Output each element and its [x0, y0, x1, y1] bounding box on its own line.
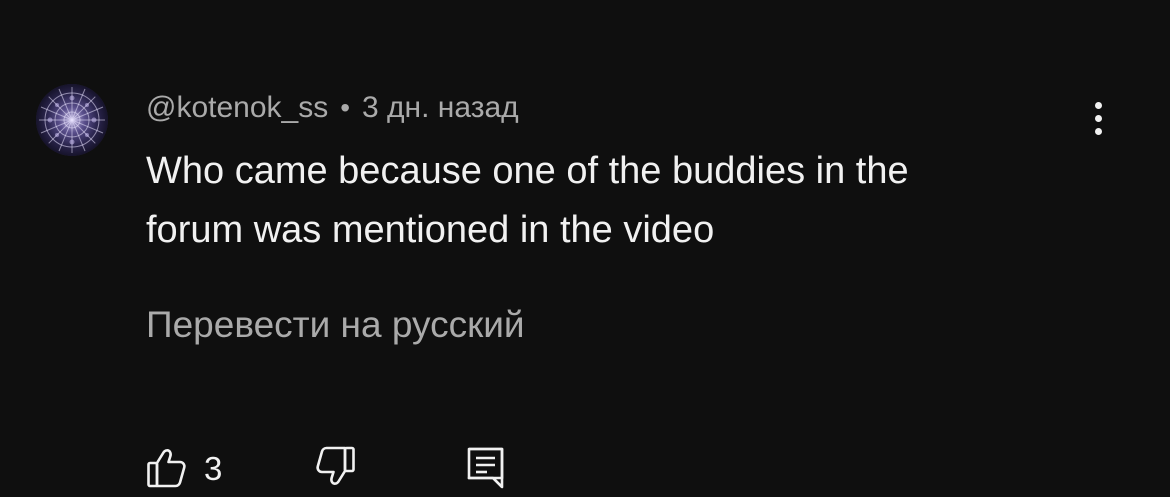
like-button[interactable]: 3	[146, 446, 222, 492]
comment-text-line: Who came because one of the buddies in t…	[146, 150, 909, 192]
rose-window-avatar-image	[36, 84, 108, 156]
more-options-button[interactable]	[1078, 98, 1118, 140]
comment-text-line: forum was mentioned in the video	[146, 209, 715, 251]
separator-dot: •	[340, 92, 351, 123]
translate-link[interactable]: Перевести на русский	[146, 304, 525, 346]
dislike-button[interactable]	[314, 446, 356, 492]
reply-button[interactable]	[466, 446, 506, 492]
author-handle[interactable]: @kotenok_ss	[146, 91, 328, 125]
comment-card: @kotenok_ss • 3 дн. назад Who came becau…	[0, 0, 1170, 497]
thumbs-down-icon	[314, 444, 356, 495]
comment-text: Who came because one of the buddies in t…	[146, 142, 1046, 260]
avatar[interactable]	[36, 84, 108, 156]
like-count: 3	[204, 450, 223, 487]
comment-actions: 3	[0, 440, 1170, 497]
comment-timestamp[interactable]: 3 дн. назад	[362, 91, 519, 125]
comment-header: @kotenok_ss • 3 дн. назад	[146, 88, 519, 128]
comment-reply-icon	[466, 444, 506, 495]
thumbs-up-icon	[146, 444, 188, 495]
